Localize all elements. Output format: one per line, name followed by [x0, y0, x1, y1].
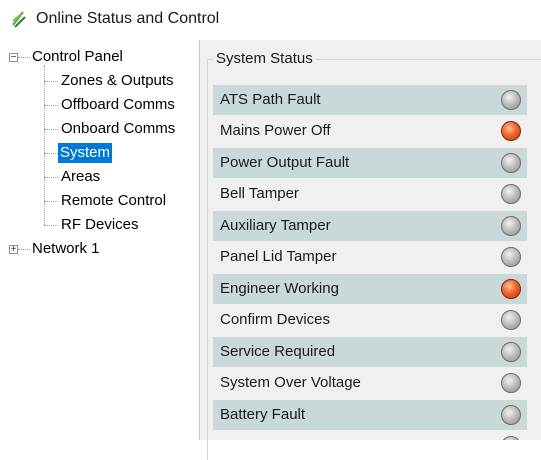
status-led-off-icon	[501, 373, 521, 393]
status-label: Bell Tamper	[220, 185, 299, 202]
tree-label: Areas	[61, 168, 101, 185]
status-label: Auxiliary Tamper	[220, 217, 331, 234]
status-led-off-icon	[501, 153, 521, 173]
group-title: System Status	[213, 49, 316, 69]
status-led-off-icon	[501, 184, 521, 204]
status-label: ATS Path Fault	[220, 91, 321, 108]
status-label: Panel Lid Tamper	[220, 248, 337, 265]
status-row-system-over-voltage: System Over Voltage	[213, 368, 527, 398]
tree-node-network-1[interactable]: + Network 1	[0, 239, 199, 259]
status-led-off-icon	[501, 247, 521, 267]
status-label: Service Required	[220, 343, 336, 360]
tree-label: Offboard Comms	[61, 96, 175, 113]
navigation-tree[interactable]: − Control Panel Zones & Outputs Offboard…	[0, 40, 200, 440]
status-row-ats-path-fault: ATS Path Fault	[213, 85, 527, 115]
status-row-auxiliary-tamper: Auxiliary Tamper	[213, 211, 527, 241]
status-label: Battery Fault	[220, 406, 306, 423]
status-led-off-icon	[501, 216, 521, 236]
status-led-off-icon	[501, 310, 521, 330]
tree-node-zones-outputs[interactable]: Zones & Outputs	[0, 71, 199, 91]
status-label: Power Output Fault	[220, 154, 350, 171]
tree-node-remote-control[interactable]: Remote Control	[0, 191, 199, 211]
status-led-off-icon	[501, 90, 521, 110]
tree-node-control-panel[interactable]: − Control Panel	[0, 47, 199, 67]
tree-label: RF Devices	[61, 216, 139, 233]
status-row-battery-fault: Battery Fault	[213, 400, 527, 430]
tree-label: Onboard Comms	[61, 120, 176, 137]
status-row-engineer-working: Engineer Working	[213, 274, 527, 304]
status-row-power-output-fault: Power Output Fault	[213, 148, 527, 178]
tree-node-offboard-comms[interactable]: Offboard Comms	[0, 95, 199, 115]
status-led-off-icon	[501, 436, 521, 440]
tree-label: Remote Control	[61, 192, 167, 209]
system-status-panel: System Status ATS Path Fault Mains Power…	[200, 40, 541, 460]
tree-label: Zones & Outputs	[61, 72, 174, 89]
tree-label: Control Panel	[32, 48, 123, 65]
tree-node-onboard-comms[interactable]: Onboard Comms	[0, 119, 199, 139]
status-led-off-icon	[501, 342, 521, 362]
status-row-service-required: Service Required	[213, 337, 527, 367]
tree-node-areas[interactable]: Areas	[0, 167, 199, 187]
expand-icon[interactable]: +	[9, 245, 18, 255]
title-bar: Online Status and Control	[0, 0, 541, 40]
status-row-panel-lid-tamper: Panel Lid Tamper	[213, 242, 527, 272]
window-title: Online Status and Control	[36, 10, 220, 27]
tree-label: Network 1	[32, 240, 100, 257]
tree-node-system[interactable]: System	[0, 143, 199, 163]
collapse-icon[interactable]: −	[9, 53, 18, 63]
tree-node-rf-devices[interactable]: RF Devices	[0, 215, 199, 235]
status-row-bell-tamper: Bell Tamper	[213, 179, 527, 209]
status-label: Mains Power Off	[220, 122, 331, 139]
status-led-on-icon	[501, 121, 521, 141]
status-led-on-icon	[501, 279, 521, 299]
status-row-confirm-devices: Confirm Devices	[213, 305, 527, 335]
leaf-icon	[12, 11, 26, 28]
status-label: Confirm Devices	[220, 311, 331, 328]
status-row-mains-power-off: Mains Power Off	[213, 116, 527, 146]
tree-label-selected: System	[58, 143, 113, 163]
status-led-off-icon	[501, 405, 521, 425]
status-label: System Over Voltage	[220, 374, 361, 391]
status-label: Engineer Working	[220, 280, 339, 297]
status-row-partial	[213, 431, 527, 440]
